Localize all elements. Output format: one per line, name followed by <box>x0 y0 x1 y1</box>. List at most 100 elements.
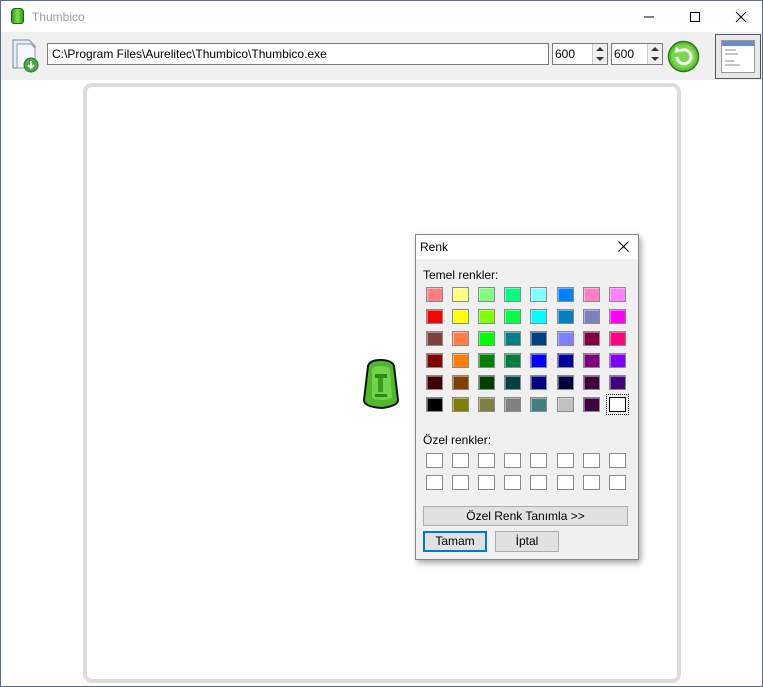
color-swatch[interactable] <box>426 375 443 390</box>
color-swatch[interactable] <box>530 353 548 368</box>
width-spinner[interactable]: 600 <box>552 43 608 65</box>
document-open-icon[interactable] <box>9 38 43 74</box>
color-swatch[interactable] <box>608 353 626 368</box>
color-swatch[interactable] <box>426 397 443 412</box>
basic-color-grid <box>424 286 632 416</box>
color-swatch[interactable] <box>504 331 522 346</box>
color-swatch[interactable] <box>582 453 600 468</box>
maximize-button[interactable] <box>672 1 718 32</box>
color-swatch[interactable] <box>452 331 470 346</box>
color-swatch[interactable] <box>530 397 548 412</box>
color-swatch[interactable] <box>582 309 600 324</box>
color-swatch[interactable] <box>452 309 470 324</box>
thumbnail-button[interactable] <box>715 34 761 79</box>
color-swatch[interactable] <box>582 287 600 302</box>
cancel-button[interactable]: İptal <box>495 531 559 552</box>
refresh-green-icon <box>667 40 700 73</box>
window-thumbnail-icon <box>721 40 755 73</box>
color-swatch[interactable] <box>504 453 522 468</box>
color-swatch[interactable] <box>530 375 548 390</box>
custom-color-grid <box>424 452 632 492</box>
color-swatch[interactable] <box>530 475 548 490</box>
color-swatch[interactable] <box>452 475 470 490</box>
color-swatch[interactable] <box>556 397 574 412</box>
color-swatch[interactable] <box>504 397 522 412</box>
color-swatch[interactable] <box>530 331 548 346</box>
color-swatch[interactable] <box>478 475 496 490</box>
color-swatch[interactable] <box>426 453 443 468</box>
color-swatch[interactable] <box>582 397 600 412</box>
color-swatch[interactable] <box>556 475 574 490</box>
color-swatch[interactable] <box>556 375 574 390</box>
window-title: Thumbico <box>32 10 85 24</box>
color-swatch[interactable] <box>504 475 522 490</box>
arrow-up-icon <box>596 47 604 51</box>
dialog-close-button[interactable] <box>614 238 634 256</box>
color-swatch[interactable] <box>452 375 470 390</box>
color-swatch[interactable] <box>582 475 600 490</box>
app-icon <box>11 8 24 24</box>
minimize-icon <box>644 16 654 18</box>
color-swatch[interactable] <box>556 309 574 324</box>
height-decrement-button[interactable] <box>648 54 662 64</box>
color-swatch[interactable] <box>426 331 443 346</box>
color-swatch[interactable] <box>452 453 470 468</box>
color-swatch[interactable] <box>608 453 626 468</box>
color-swatch[interactable] <box>426 287 443 302</box>
color-swatch[interactable] <box>452 397 470 412</box>
width-value[interactable]: 600 <box>555 47 575 61</box>
color-swatch[interactable] <box>478 353 496 368</box>
color-swatch[interactable] <box>608 475 626 490</box>
color-swatch[interactable] <box>452 287 470 302</box>
color-swatch[interactable] <box>478 397 496 412</box>
color-swatch[interactable] <box>478 375 496 390</box>
width-decrement-button[interactable] <box>593 54 607 64</box>
custom-colors-label: Özel renkler: <box>423 433 492 447</box>
color-swatch[interactable] <box>504 375 522 390</box>
color-swatch[interactable] <box>556 331 574 346</box>
color-swatch[interactable] <box>530 309 548 324</box>
title-bar[interactable]: Thumbico <box>1 1 762 32</box>
toolbar: 600 600 <box>1 32 762 80</box>
color-swatch[interactable] <box>478 331 496 346</box>
color-swatch-selected[interactable] <box>605 394 629 415</box>
color-swatch[interactable] <box>556 287 574 302</box>
arrow-up-icon <box>651 47 659 51</box>
color-swatch[interactable] <box>504 309 522 324</box>
color-swatch[interactable] <box>426 309 443 324</box>
color-swatch[interactable] <box>530 453 548 468</box>
close-icon <box>618 241 629 252</box>
color-swatch[interactable] <box>530 287 548 302</box>
ok-button[interactable]: Tamam <box>423 531 487 552</box>
color-swatch[interactable] <box>582 331 600 346</box>
minimize-button[interactable] <box>626 1 672 32</box>
color-swatch[interactable] <box>608 309 626 324</box>
color-swatch[interactable] <box>478 453 496 468</box>
color-swatch[interactable] <box>608 375 626 390</box>
color-swatch[interactable] <box>426 353 443 368</box>
dialog-title: Renk <box>420 240 449 254</box>
close-button[interactable] <box>718 1 763 32</box>
color-swatch[interactable] <box>478 287 496 302</box>
color-swatch[interactable] <box>608 331 626 346</box>
file-path-input[interactable] <box>47 43 549 65</box>
color-swatch[interactable] <box>582 375 600 390</box>
color-swatch[interactable] <box>452 353 470 368</box>
arrow-down-icon <box>651 57 659 61</box>
color-swatch[interactable] <box>556 453 574 468</box>
color-swatch[interactable] <box>504 287 522 302</box>
color-swatch[interactable] <box>582 353 600 368</box>
arrow-down-icon <box>596 57 604 61</box>
color-swatch[interactable] <box>608 287 626 302</box>
height-value[interactable]: 600 <box>614 47 634 61</box>
dialog-title-bar[interactable]: Renk <box>416 235 638 259</box>
refresh-button[interactable] <box>667 40 700 73</box>
basic-colors-label: Temel renkler: <box>423 268 499 282</box>
define-custom-colors-button[interactable]: Özel Renk Tanımla >> <box>423 506 628 526</box>
width-spinner-buttons <box>592 44 607 64</box>
color-swatch[interactable] <box>556 353 574 368</box>
color-swatch[interactable] <box>478 309 496 324</box>
height-spinner[interactable]: 600 <box>611 43 663 65</box>
color-swatch[interactable] <box>426 475 443 490</box>
color-swatch[interactable] <box>504 353 522 368</box>
